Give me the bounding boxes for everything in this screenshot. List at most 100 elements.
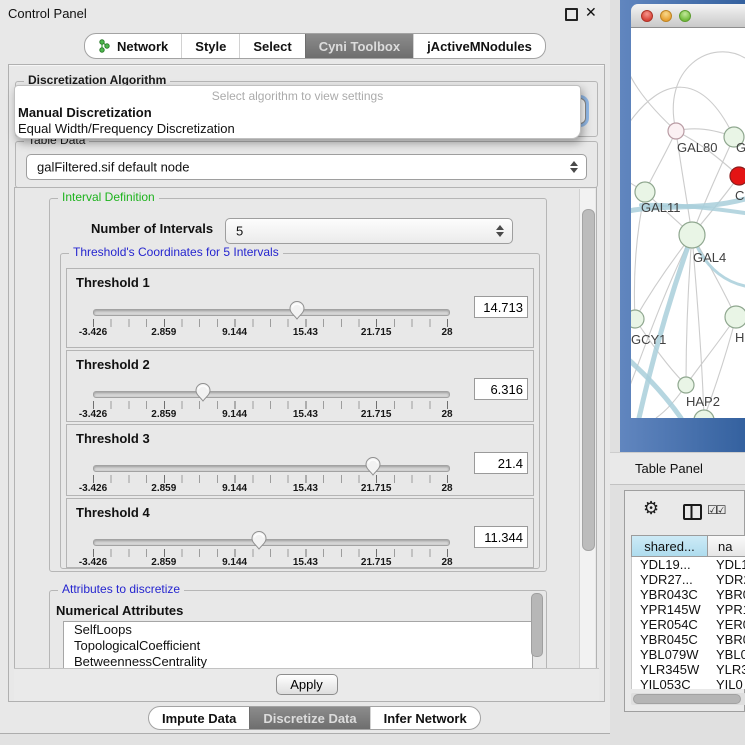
table-row[interactable]: YDR27... YDR2 [632, 572, 745, 587]
table-row[interactable]: YIL053C YIL0 [632, 677, 745, 689]
threshold-value-field[interactable] [474, 452, 528, 474]
settings-scrollbar-thumb[interactable] [582, 209, 595, 551]
attributes-list-scrollbar[interactable] [531, 593, 543, 657]
slider-rail [93, 300, 447, 320]
number-of-intervals-combobox[interactable]: 5 [225, 218, 513, 244]
node-gcy1[interactable] [631, 310, 644, 328]
table-cell-name: YIL0 [709, 677, 745, 689]
tab-impute-data[interactable]: Impute Data [149, 707, 249, 729]
tab-infer-network-label: Infer Network [384, 711, 467, 726]
tab-select-label: Select [253, 39, 291, 54]
table-row[interactable]: YER054C YER0 [632, 617, 745, 632]
tab-cyni-toolbox[interactable]: Cyni Toolbox [305, 34, 413, 58]
table-hscrollbar-thumb[interactable] [633, 694, 741, 704]
slider-handle-glyph [250, 530, 268, 550]
threshold-label: Threshold 2 [76, 357, 150, 372]
table-row[interactable]: YLR345W YLR3 [632, 662, 745, 677]
node-right-mid[interactable] [725, 306, 745, 328]
tab-discretize-data[interactable]: Discretize Data [249, 707, 369, 729]
threshold-panel: Threshold 2 -3.426 2.859 9.144 15.43 21.… [66, 350, 534, 422]
minimize-traffic-light-icon[interactable] [660, 10, 672, 22]
table-horizontal-scrollbar [631, 693, 745, 705]
tab-style[interactable]: Style [181, 34, 239, 58]
column-header-name[interactable]: na [708, 535, 745, 557]
slider-handle[interactable] [364, 456, 382, 476]
numerical-attributes-list[interactable]: SelfLoops TopologicalCoefficient Between… [63, 621, 533, 670]
table-row[interactable]: YDL19... YDL1 [632, 557, 745, 572]
select-columns-checkboxes-icon[interactable]: ☑☑ [707, 503, 725, 517]
settings-scroll-area: Interval Definition Number of Intervals … [14, 187, 597, 670]
table-cell-name: YBR0 [709, 632, 745, 647]
table-cell-shared-name: YBL079W [632, 647, 709, 662]
algorithm-dropdown-hint: Select algorithm to view settings [15, 89, 580, 103]
node-gal4[interactable] [679, 222, 705, 248]
algorithm-option-manual[interactable]: Manual Discretization [18, 105, 152, 120]
attribute-list-item[interactable]: SelfLoops [64, 622, 532, 638]
table-data-combobox-value: galFiltered.sif default node [37, 160, 189, 175]
slider-handle[interactable] [250, 530, 268, 550]
attribute-list-item[interactable]: TopologicalCoefficient [64, 638, 532, 654]
table-cell-name: YLR3 [709, 662, 745, 677]
network-view-window: GAL80 GA C GAL11 GAL4 GCY1 H HAP2 [620, 0, 745, 452]
table-row[interactable]: YPR145W YPR1 [632, 602, 745, 617]
tab-discretize-data-label: Discretize Data [263, 711, 356, 726]
table-row[interactable]: YBR043C YBR0 [632, 587, 745, 602]
table-row[interactable]: YBR045C YBR0 [632, 632, 745, 647]
tab-impute-data-label: Impute Data [162, 711, 236, 726]
gear-icon[interactable]: ⚙ [643, 499, 659, 517]
close-icon[interactable]: ✕ [585, 4, 597, 21]
thresholds-group-label: Threshold's Coordinates for 5 Intervals [69, 245, 283, 259]
slider-tick-labels: -3.426 2.859 9.144 15.43 21.715 28 [93, 409, 447, 420]
node-bottom-partial[interactable] [694, 410, 714, 418]
tab-jactivemnodules-label: jActiveMNodules [427, 39, 532, 54]
node-label-gal80: GAL80 [677, 140, 717, 155]
slider-rail [93, 456, 447, 476]
tab-select[interactable]: Select [239, 34, 304, 58]
table-cell-name: YER0 [709, 617, 745, 632]
table-data-combobox[interactable]: galFiltered.sif default node [26, 154, 587, 180]
table-row[interactable]: YBL079W YBL0 [632, 647, 745, 662]
apply-strip: Apply [14, 668, 599, 701]
slider-ticks [93, 549, 449, 557]
threshold-panel: Threshold 3 -3.426 2.859 9.144 15.43 21.… [66, 424, 534, 496]
node-label-partial-h: H [735, 330, 744, 345]
slider-tick-labels: -3.426 2.859 9.144 15.43 21.715 28 [93, 483, 447, 494]
network-labels: GAL80 GA C GAL11 GAL4 GCY1 H HAP2 [631, 140, 745, 409]
apply-button[interactable]: Apply [276, 674, 338, 695]
network-icon [98, 39, 111, 53]
tab-network[interactable]: Network [85, 34, 181, 58]
threshold-value-field[interactable] [474, 526, 528, 548]
slider-handle[interactable] [288, 300, 306, 320]
node-label-partial-top: GA [736, 140, 745, 155]
zoom-traffic-light-icon[interactable] [679, 10, 691, 22]
show-columns-icon[interactable] [683, 504, 702, 520]
tab-infer-network[interactable]: Infer Network [370, 707, 480, 729]
tab-network-label: Network [117, 39, 168, 54]
column-header-shared-name[interactable]: shared... [631, 535, 708, 557]
float-window-icon[interactable] [565, 8, 578, 21]
node-hap2[interactable] [678, 377, 694, 393]
close-traffic-light-icon[interactable] [641, 10, 653, 22]
algorithm-option-equal-width[interactable]: Equal Width/Frequency Discretization [18, 121, 235, 136]
cyni-toolbox-panel: Discretization Algorithm Select algorith… [8, 64, 605, 702]
slider-ticks [93, 475, 449, 483]
threshold-value-field[interactable] [474, 378, 528, 400]
table-data-group: Table Data galFiltered.sif default node [15, 141, 598, 188]
node-label-partial-c: C [735, 188, 744, 203]
node-gal80[interactable] [668, 123, 684, 139]
network-canvas[interactable]: GAL80 GA C GAL11 GAL4 GCY1 H HAP2 [631, 28, 745, 418]
threshold-value-field[interactable] [474, 296, 528, 318]
attributes-group: Attributes to discretize Numerical Attri… [49, 590, 547, 670]
node-selected-red[interactable] [730, 167, 745, 185]
node-label-gcy1: GCY1 [631, 332, 666, 347]
threshold-label: Threshold 3 [76, 431, 150, 446]
control-panel-tabs: Network Style Select Cyni Toolbox jActiv… [84, 33, 546, 59]
cyni-mode-tabs: Impute Data Discretize Data Infer Networ… [148, 706, 481, 730]
slider-handle[interactable] [194, 382, 212, 402]
thresholds-group: Threshold's Coordinates for 5 Intervals … [60, 253, 540, 569]
network-window-titlebar[interactable] [631, 4, 745, 28]
node-gal11[interactable] [635, 182, 655, 202]
tab-jactivemnodules[interactable]: jActiveMNodules [413, 34, 545, 58]
table-cell-shared-name: YLR345W [632, 662, 709, 677]
slider-rail [93, 530, 447, 550]
